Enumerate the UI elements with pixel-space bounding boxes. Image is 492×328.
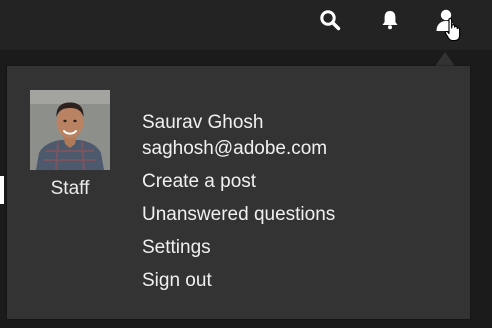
user-email: saghosh@adobe.com — [142, 138, 328, 159]
profile-dropdown-menu: Staff Saurav Ghosh saghosh@adobe.com Cre… — [7, 66, 470, 319]
profile-menu-button[interactable] — [431, 7, 461, 33]
notifications-button[interactable] — [375, 7, 405, 33]
avatar — [30, 90, 110, 170]
settings-link[interactable]: Settings — [142, 231, 335, 264]
avatar-photo — [30, 90, 110, 170]
search-icon — [320, 10, 341, 31]
profile-menu-list: Create a post Unanswered questions Setti… — [142, 165, 335, 297]
unanswered-questions-link[interactable]: Unanswered questions — [142, 198, 335, 231]
user-icon — [436, 9, 456, 31]
page-edge-fragment — [0, 176, 4, 204]
dropdown-pointer-arrow — [435, 52, 455, 66]
create-post-link[interactable]: Create a post — [142, 165, 335, 198]
search-button[interactable] — [315, 7, 345, 33]
user-role-label: Staff — [50, 178, 90, 199]
profile-menu-content: Saurav Ghosh saghosh@adobe.com Create a … — [142, 110, 335, 297]
top-navigation-bar — [0, 0, 492, 50]
user-name: Saurav Ghosh — [142, 112, 264, 133]
bell-icon — [382, 11, 398, 30]
sign-out-link[interactable]: Sign out — [142, 264, 335, 297]
